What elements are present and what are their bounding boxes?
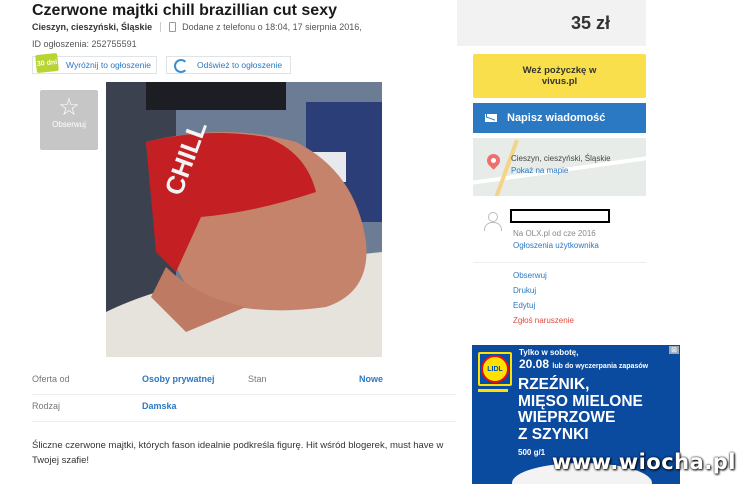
- price-box: 35 zł: [457, 0, 646, 46]
- listing-details-table: Oferta od Osoby prywatnej Stan Nowe Rodz…: [32, 368, 456, 422]
- ad-date: 20.08 lub do wyczerpania zapasów: [519, 357, 648, 371]
- detail-label-type: Rodzaj: [32, 401, 61, 411]
- redacted-username: [510, 209, 610, 223]
- ad-date-note: lub do wyczerpania zapasów: [552, 363, 649, 370]
- details-row: Rodzaj Damska: [32, 395, 456, 422]
- ad-headline-line: WIEPRZOWE: [518, 409, 616, 426]
- listing-photo[interactable]: CHILL: [106, 82, 382, 357]
- lidl-logo: LIDL: [478, 352, 512, 386]
- listing-ad-id: ID ogłoszenia: 252755591: [32, 39, 137, 49]
- promote-button[interactable]: 30 dni Wyróżnij to ogłoszenie: [32, 52, 157, 74]
- ad-line1: Tylko w sobotę,: [519, 348, 579, 357]
- star-icon: ☆: [58, 94, 80, 121]
- loan-text-line2: vivus.pl: [541, 76, 578, 87]
- price-value: 35 zł: [570, 12, 610, 33]
- refresh-button[interactable]: Odśwież to ogłoszenie: [166, 56, 291, 74]
- action-observe-link[interactable]: Obserwuj: [513, 271, 547, 280]
- listing-actions: Obserwuj Drukuj Edytuj Zgłoś naruszenie: [473, 262, 646, 331]
- seller-box: Na OLX.pl od cze 2016 Ogłoszenia użytkow…: [473, 200, 646, 256]
- user-avatar-icon: [482, 212, 502, 232]
- thirty-days-badge-icon: 30 dni: [35, 52, 59, 74]
- listing-description: Śliczne czerwone majtki, których fason i…: [32, 440, 444, 466]
- listing-photo-illustration: CHILL: [106, 82, 382, 357]
- listing-added-date: Dodane z telefonu o 18:04, 17 sierpnia 2…: [182, 22, 362, 32]
- action-print-link[interactable]: Drukuj: [513, 286, 536, 295]
- detail-value-offer[interactable]: Osoby prywatnej: [142, 374, 215, 384]
- location-map[interactable]: Cieszyn, cieszyński, Śląskie Pokaż na ma…: [473, 138, 646, 196]
- detail-label-offer: Oferta od: [32, 374, 70, 384]
- map-pin-icon: [484, 151, 503, 170]
- observe-label: Obserwuj: [52, 120, 86, 129]
- ad-headline-line: RZEŹNIK,: [518, 376, 590, 393]
- ad-close-icon[interactable]: ⊠: [669, 346, 679, 354]
- detail-label-condition: Stan: [248, 374, 267, 384]
- listing-location[interactable]: Cieszyn, cieszyński, Śląskie: [32, 22, 152, 32]
- seller-ads-link[interactable]: Ogłoszenia użytkownika: [513, 241, 599, 250]
- phone-icon: [169, 22, 177, 32]
- ad-headline-line: Z SZYNKI: [518, 425, 589, 443]
- promote-label: Wyróżnij to ogłoszenie: [66, 60, 151, 70]
- detail-value-condition[interactable]: Nowe: [359, 374, 383, 384]
- map-location-text: Cieszyn, cieszyński, Śląskie: [511, 154, 611, 163]
- show-on-map-link[interactable]: Pokaż na mapie: [511, 166, 568, 175]
- refresh-label: Odśwież to ogłoszenie: [197, 60, 283, 70]
- ad-date-value: 20.08: [519, 357, 550, 371]
- refresh-icon: [174, 59, 188, 73]
- ad-headline-line: MIĘSO MIELONE: [518, 392, 643, 410]
- ad-accent-bar: [478, 389, 508, 392]
- loan-text-line1: Weź pożyczkę w: [522, 65, 597, 76]
- loan-banner-button[interactable]: Weź pożyczkę w vivus.pl: [473, 54, 646, 98]
- ad-price-line: 500 g/1: [518, 448, 546, 457]
- details-row: Oferta od Osoby prywatnej Stan Nowe: [32, 368, 456, 395]
- send-message-label: Napisz wiadomość: [507, 112, 606, 124]
- ad-headline: RZEŹNIK, MIĘSO MIELONE WIEPRZOWE Z SZYNK…: [518, 376, 643, 443]
- action-edit-link[interactable]: Edytuj: [513, 301, 535, 310]
- send-message-button[interactable]: Napisz wiadomość: [473, 103, 646, 133]
- seller-since: Na OLX.pl od cze 2016: [513, 229, 596, 238]
- meta-divider: [160, 22, 162, 32]
- listing-title: Czerwone majtki chill brazillian cut sex…: [32, 2, 337, 19]
- listing-meta: Cieszyn, cieszyński, Śląskie Dodane z te…: [32, 22, 362, 32]
- detail-value-type[interactable]: Damska: [142, 401, 177, 411]
- action-report-link[interactable]: Zgłoś naruszenie: [513, 316, 574, 325]
- lidl-logo-text: LIDL: [481, 355, 509, 383]
- envelope-icon: [485, 114, 497, 122]
- watermark: www.wiocha.pl: [551, 450, 736, 474]
- observe-button[interactable]: ☆ Obserwuj: [40, 90, 98, 150]
